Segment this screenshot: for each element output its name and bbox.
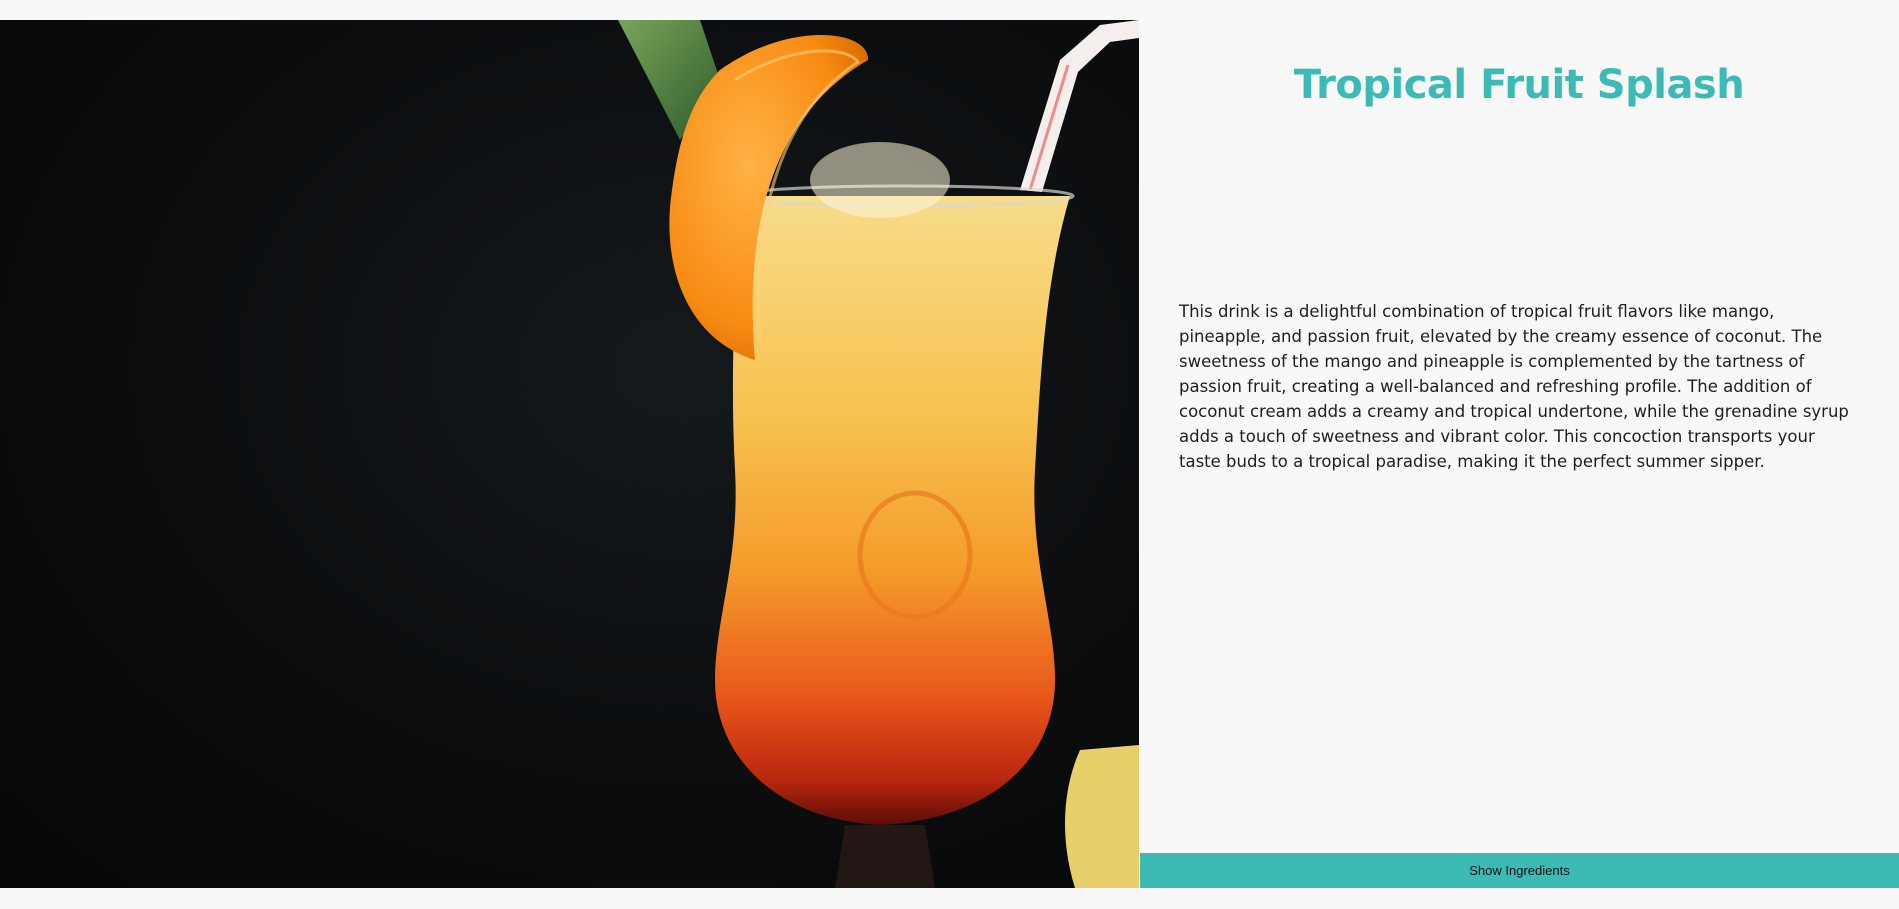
- glass-liquid: [715, 196, 1070, 825]
- drink-card: Tropical Fruit Splash This drink is a de…: [0, 20, 1899, 888]
- cocktail-illustration: [618, 20, 1139, 888]
- drink-info-panel: Tropical Fruit Splash This drink is a de…: [1139, 20, 1899, 888]
- drink-description: This drink is a delightful combination o…: [1179, 302, 1849, 471]
- pineapple-chunk: [1064, 745, 1139, 888]
- show-ingredients-button[interactable]: Show Ingredients: [1140, 853, 1899, 888]
- drink-photo: [0, 20, 1139, 888]
- drink-title: Tropical Fruit Splash: [1293, 62, 1745, 108]
